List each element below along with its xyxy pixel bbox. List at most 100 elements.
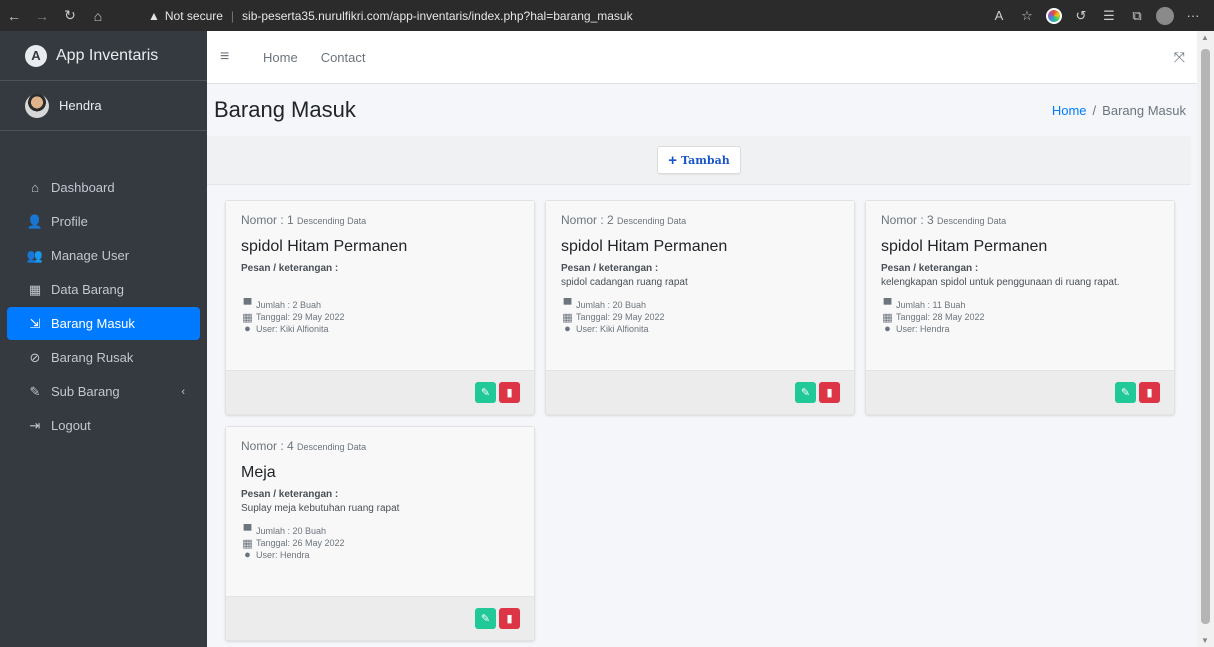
address-bar[interactable]: ▲ Not secure | sib-peserta35.nurulfikri.… <box>148 0 990 31</box>
sidebar-item-data-barang[interactable]: ▦ Data Barang <box>7 273 200 306</box>
plus-icon: + <box>668 151 678 169</box>
edit-button[interactable]: ✎ <box>475 608 496 629</box>
trash-icon: ▮ <box>506 613 513 625</box>
refresh-icon[interactable]: ↻ <box>56 7 84 24</box>
warning-icon: ▲ <box>148 8 160 23</box>
box-icon: ▀ <box>883 299 892 311</box>
dolly-icon: ⇲ <box>29 315 41 331</box>
nav-contact-link[interactable]: Contact <box>321 50 366 65</box>
tanggal-row: ▦ Tanggal: 28 May 2022 <box>882 311 985 324</box>
user-row: ● User: Kiki Alfionita <box>241 323 534 335</box>
box-icon: ▀ <box>243 525 252 537</box>
extension-icon[interactable] <box>1046 7 1062 24</box>
card-footer: ✎ ▮ <box>866 370 1174 414</box>
card-footer: ✎ ▮ <box>226 596 534 640</box>
user-row: ● User: Kiki Alfionita <box>561 323 854 335</box>
tanggal-row: ▦ Tanggal: 26 May 2022 <box>242 537 345 550</box>
brand-text: App Inventaris <box>56 46 159 64</box>
descending-label: Descending Data <box>297 216 367 226</box>
not-secure-label: Not secure <box>164 8 223 23</box>
calendar-icon: ▦ <box>882 311 893 324</box>
top-navbar: ≡ Home Contact ⤧ <box>207 31 1197 84</box>
jumlah-row: ▀ Jumlah : 20 Buah <box>241 525 534 537</box>
item-number: Nomor : 4 Descending Data <box>241 439 367 453</box>
users-icon: 👥 <box>26 247 44 263</box>
scroll-down-icon[interactable]: ▼ <box>1201 636 1209 645</box>
refresh-extension-icon[interactable]: ↺ <box>1072 8 1090 24</box>
sidebar-item-manage-user[interactable]: 👥 Manage User <box>7 239 200 272</box>
breadcrumb-home-link[interactable]: Home <box>1052 103 1087 118</box>
user-icon: ● <box>884 323 891 335</box>
nav-home-link[interactable]: Home <box>263 50 298 65</box>
item-card: Nomor : 4 Descending Data Meja Pesan / k… <box>225 426 535 641</box>
sidebar-item-barang-rusak[interactable]: ⊘ Barang Rusak <box>7 341 200 374</box>
breadcrumb: Home / Barang Masuk <box>1052 103 1186 118</box>
pesan-label: Pesan / keterangan : <box>561 263 659 274</box>
delete-button[interactable]: ▮ <box>499 608 520 629</box>
favorite-icon[interactable]: ☆ <box>1018 8 1036 24</box>
sidebar-item-dashboard[interactable]: ⌂ Dashboard <box>7 171 200 204</box>
favorites-bar-icon[interactable]: ☰ <box>1100 8 1118 24</box>
logout-icon: ⇥ <box>29 417 41 433</box>
item-title: spidol Hitam Permanen <box>881 238 1048 255</box>
scroll-thumb[interactable] <box>1201 49 1210 624</box>
browser-profile-icon[interactable] <box>1156 6 1174 25</box>
url-text[interactable]: sib-peserta35.nurulfikri.com/app-inventa… <box>242 9 633 23</box>
delete-button[interactable]: ▮ <box>819 382 840 403</box>
calendar-icon: ▦ <box>242 311 253 324</box>
scroll-up-icon[interactable]: ▲ <box>1201 33 1209 42</box>
delete-button[interactable]: ▮ <box>1139 382 1160 403</box>
user-name: Hendra <box>59 98 102 113</box>
breadcrumb-current: Barang Masuk <box>1102 102 1186 118</box>
tambah-button[interactable]: + Tambah <box>657 146 741 174</box>
box-icon: ▀ <box>243 299 252 311</box>
calendar-icon: ▦ <box>242 537 253 550</box>
edit-button[interactable]: ✎ <box>475 382 496 403</box>
page-title: Barang Masuk <box>214 97 356 122</box>
item-title: spidol Hitam Permanen <box>561 238 728 255</box>
tanggal-row: ▦ Tanggal: 29 May 2022 <box>242 311 345 324</box>
sidebar-item-label: Barang Masuk <box>51 316 135 331</box>
brand-link[interactable]: A App Inventaris <box>0 31 207 81</box>
edit-button[interactable]: ✎ <box>1115 382 1136 403</box>
pesan-text: Suplay meja kebutuhan ruang rapat <box>241 503 400 514</box>
more-icon[interactable]: ··· <box>1184 8 1202 23</box>
fullscreen-icon[interactable]: ⤧ <box>1174 49 1185 66</box>
delete-button[interactable]: ▮ <box>499 382 520 403</box>
jumlah-row: ▀ Jumlah : 2 Buah <box>241 299 534 311</box>
trash-icon: ▮ <box>826 387 833 399</box>
back-icon[interactable]: ← <box>0 8 28 24</box>
pesan-text <box>241 277 534 289</box>
address-separator: | <box>230 8 235 23</box>
pesan-label: Pesan / keterangan : <box>241 263 339 274</box>
page-scrollbar[interactable]: ▲ ▼ <box>1197 31 1214 647</box>
user-icon: ● <box>244 323 251 335</box>
item-number: Nomor : 3 Descending Data <box>881 213 1007 227</box>
edit-button[interactable]: ✎ <box>795 382 816 403</box>
hamburger-icon[interactable]: ≡ <box>220 48 240 66</box>
user-row: ● User: Hendra <box>241 549 534 561</box>
user-icon: 👤 <box>26 213 44 229</box>
sidebar: A App Inventaris Hendra ⌂ Dashboard 👤 Pr… <box>0 31 207 647</box>
sidebar-item-barang-masuk[interactable]: ⇲ Barang Masuk <box>7 307 200 340</box>
sidebar-item-label: Logout <box>51 418 91 433</box>
read-aloud-icon[interactable]: A <box>990 8 1008 23</box>
sidebar-item-sub-barang[interactable]: ✎ Sub Barang ‹ <box>7 375 200 408</box>
item-card: Nomor : 3 Descending Data spidol Hitam P… <box>865 200 1175 415</box>
forward-icon[interactable]: → <box>28 8 56 24</box>
browser-toolbar: ← → ↻ ⌂ ▲ Not secure | sib-peserta35.nur… <box>0 0 1214 31</box>
home-browser-icon[interactable]: ⌂ <box>84 8 112 24</box>
edit-icon: ✎ <box>480 387 491 399</box>
sidebar-item-profile[interactable]: 👤 Profile <box>7 205 200 238</box>
sidebar-item-label: Manage User <box>51 248 130 263</box>
card-footer: ✎ ▮ <box>546 370 854 414</box>
user-panel[interactable]: Hendra <box>0 81 207 131</box>
pesan-text: spidol cadangan ruang rapat <box>561 277 688 288</box>
sidebar-item-label: Sub Barang <box>51 384 120 399</box>
collections-icon[interactable]: ⧉ <box>1128 8 1146 24</box>
broken-icon: ⊘ <box>29 349 41 365</box>
card-footer: ✎ ▮ <box>226 370 534 414</box>
sidebar-item-logout[interactable]: ⇥ Logout <box>7 409 200 442</box>
item-number: Nomor : 1 Descending Data <box>241 213 367 227</box>
sidebar-item-label: Data Barang <box>51 282 124 297</box>
